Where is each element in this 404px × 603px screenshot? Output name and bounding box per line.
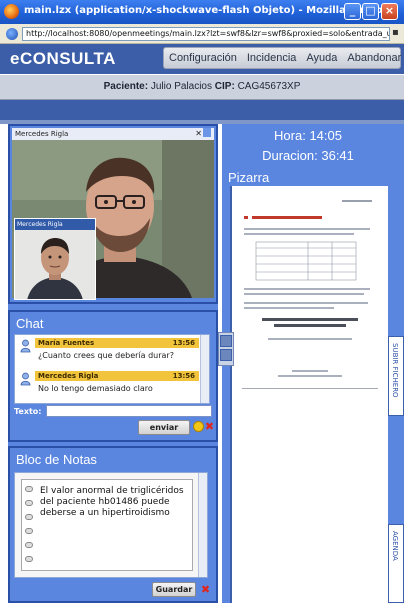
notebook-ring-icon bbox=[25, 514, 33, 520]
notes-box: El valor anormal de triglicéridos del pa… bbox=[14, 472, 208, 578]
whiteboard-tool-icon[interactable] bbox=[220, 349, 232, 361]
maximize-button[interactable]: □ bbox=[362, 3, 379, 20]
chat-message-user: Mercedes Rigla bbox=[38, 372, 99, 380]
menu-item-abandonar[interactable]: Abandonar bbox=[342, 52, 404, 64]
video-resize-icon[interactable] bbox=[203, 128, 211, 137]
firefox-icon bbox=[4, 4, 19, 19]
clock-time-value: 14:05 bbox=[309, 128, 342, 143]
clock-duration-value: 36:41 bbox=[321, 148, 354, 163]
whiteboard-toolbar bbox=[218, 332, 234, 366]
lock-icon: ▪ bbox=[392, 27, 399, 38]
chat-message-user: María Fuentes bbox=[38, 339, 95, 347]
notes-scrollbar[interactable] bbox=[198, 473, 207, 577]
address-bar: http://localhost:8080/openmeetings/main.… bbox=[0, 24, 404, 44]
chat-message-text: No lo tengo demasiado claro bbox=[38, 384, 153, 393]
save-notes-button[interactable]: Guardar bbox=[152, 582, 196, 597]
agenda-tab[interactable]: AGENDA bbox=[388, 524, 404, 603]
clear-chat-icon[interactable]: ✖ bbox=[204, 421, 215, 432]
menu-item-configuracion[interactable]: Configuración bbox=[164, 52, 242, 64]
secondary-video-user: Mercedes Rigla bbox=[15, 219, 95, 230]
notebook-ring-icon bbox=[25, 486, 33, 492]
left-column: Mercedes Rigla ✕ Mercedes Rigla Chat Mar… bbox=[8, 124, 218, 603]
right-column: Hora: 14:05 Duracion: 36:41 Pizarra SUBI… bbox=[218, 124, 404, 603]
window-title-bar: main.lzx (application/x-shockwave-flash … bbox=[0, 0, 404, 24]
chat-message-header: Mercedes Rigla 13:56 bbox=[35, 371, 199, 381]
header-separator bbox=[0, 100, 404, 120]
notes-text[interactable]: El valor anormal de triglicéridos del pa… bbox=[40, 486, 188, 519]
whiteboard-canvas[interactable] bbox=[218, 186, 388, 603]
page-icon bbox=[6, 28, 18, 40]
url-field[interactable]: http://localhost:8080/openmeetings/main.… bbox=[22, 27, 390, 41]
notebook-ring-icon bbox=[25, 556, 33, 562]
document-page-image bbox=[238, 192, 382, 422]
browser-window: main.lzx (application/x-shockwave-flash … bbox=[0, 0, 404, 603]
patient-name: Julio Palacios bbox=[150, 81, 212, 92]
video-close-icon[interactable]: ✕ bbox=[195, 129, 202, 138]
chat-message-text: ¿Cuanto crees que debería durar? bbox=[38, 351, 174, 360]
chat-message: Mercedes Rigla 13:56 No lo tengo demasia… bbox=[19, 371, 199, 396]
cip-value: CAG45673XP bbox=[237, 81, 301, 92]
chat-scrollbar[interactable] bbox=[200, 335, 209, 403]
chat-message-header: María Fuentes 13:56 bbox=[35, 338, 199, 348]
video-panel: Mercedes Rigla ✕ Mercedes Rigla bbox=[8, 124, 218, 304]
minimize-button[interactable]: _ bbox=[344, 3, 361, 20]
whiteboard-tool-icon[interactable] bbox=[220, 335, 232, 347]
secondary-video-stream: Mercedes Rigla bbox=[14, 218, 96, 300]
menu-item-ayuda[interactable]: Ayuda bbox=[301, 52, 342, 64]
chat-title: Chat bbox=[16, 316, 44, 331]
notes-pad[interactable]: El valor anormal de triglicéridos del pa… bbox=[21, 479, 193, 571]
whiteboard-title: Pizarra bbox=[228, 170, 270, 185]
clock-time: Hora: 14:05 bbox=[222, 128, 394, 143]
patient-bar: Paciente: Julio Palacios CIP: CAG45673XP bbox=[0, 74, 404, 100]
menu-item-incidencia[interactable]: Incidencia bbox=[242, 52, 302, 64]
clock-duration: Duracion: 36:41 bbox=[222, 148, 394, 163]
video-user-name: Mercedes Rigla bbox=[15, 130, 69, 138]
close-button[interactable]: × bbox=[381, 3, 398, 20]
notebook-ring-icon bbox=[25, 500, 33, 506]
agenda-tab-label: AGENDA bbox=[391, 531, 399, 561]
app-brand: eCONSULTA bbox=[10, 49, 116, 68]
video-title-bar: Mercedes Rigla ✕ bbox=[12, 128, 214, 140]
send-button[interactable]: enviar bbox=[138, 420, 190, 435]
upload-file-tab-label: SUBIR FICHERO bbox=[391, 343, 399, 398]
user-icon bbox=[20, 372, 31, 386]
clock-duration-label: Duracion: bbox=[262, 148, 318, 163]
chat-message-time: 13:56 bbox=[172, 372, 195, 380]
window-title: main.lzx (application/x-shockwave-flash … bbox=[24, 5, 389, 16]
chat-messages: María Fuentes 13:56 ¿Cuanto crees que de… bbox=[14, 334, 210, 404]
clock-time-label: Hora: bbox=[274, 128, 306, 143]
main-menu: Configuración Incidencia Ayuda Abandonar bbox=[163, 47, 401, 69]
chat-input-label: Texto: bbox=[14, 407, 42, 416]
upload-file-tab[interactable]: SUBIR FICHERO bbox=[388, 336, 404, 416]
app-header: eCONSULTA Configuración Incidencia Ayuda… bbox=[0, 44, 404, 74]
user-icon bbox=[20, 339, 31, 353]
chat-panel: Chat María Fuentes 13:56 ¿Cuanto crees q… bbox=[8, 310, 218, 442]
notebook-ring-icon bbox=[25, 542, 33, 548]
clear-notes-icon[interactable]: ✖ bbox=[200, 584, 211, 595]
cip-label: CIP: bbox=[214, 81, 235, 92]
chat-message: María Fuentes 13:56 ¿Cuanto crees que de… bbox=[19, 338, 199, 363]
chat-input[interactable] bbox=[46, 405, 212, 417]
notebook-ring-icon bbox=[25, 528, 33, 534]
notes-panel: Bloc de Notas El valor anormal de trigli… bbox=[8, 446, 218, 603]
notes-title: Bloc de Notas bbox=[16, 452, 97, 467]
secondary-video-image bbox=[15, 230, 95, 299]
emoticon-icon[interactable] bbox=[193, 421, 204, 432]
whiteboard-document bbox=[238, 192, 382, 426]
chat-message-time: 13:56 bbox=[172, 339, 195, 347]
patient-label: Paciente: bbox=[103, 81, 149, 92]
